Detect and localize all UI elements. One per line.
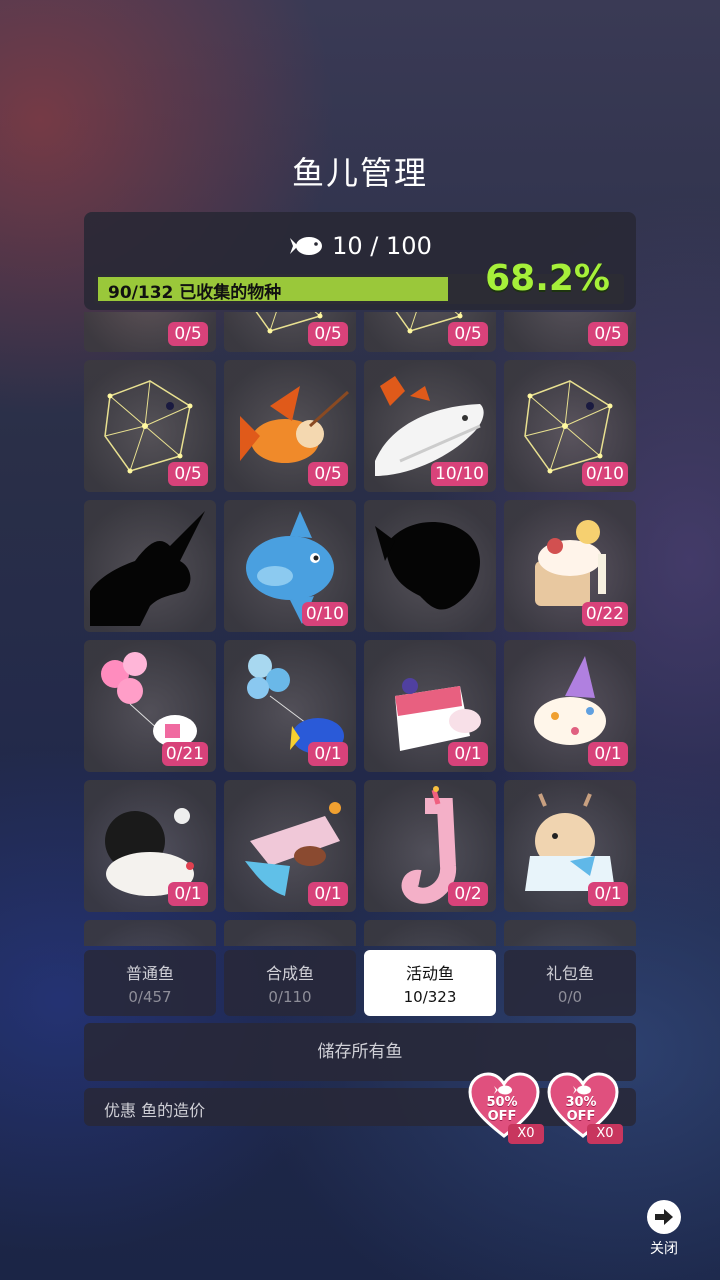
discount-label: 优惠 鱼的造价 xyxy=(104,1101,206,1120)
coupon-off: OFF xyxy=(487,1109,517,1124)
fish-grid: 0/5 0/5 0/5 0/5 0/5 0/5 10/10 0/10 0/10 0/22 0/21 0… xyxy=(84,312,636,946)
fish-illustration xyxy=(90,511,205,626)
fish-count-badge: 0/2 xyxy=(448,882,488,906)
fish-card-dessert-fish[interactable]: 0/22 xyxy=(504,500,636,632)
fish-grid-viewport[interactable]: 0/5 0/5 0/5 0/5 0/5 0/5 10/10 0/10 0/10 0/22 0/21 0… xyxy=(84,312,636,946)
fish-count-badge: 10/10 xyxy=(431,462,488,486)
fish-card-narwhal-silhouette[interactable] xyxy=(84,500,216,632)
fish-card-placeholder[interactable] xyxy=(364,920,496,946)
fish-count-badge: 0/22 xyxy=(581,602,628,626)
fish-count-badge: 0/5 xyxy=(308,462,348,486)
tab-count: 0/457 xyxy=(128,988,172,1006)
fish-count-badge: 0/5 xyxy=(588,322,628,346)
fish-count-badge: 0/1 xyxy=(448,742,488,766)
fish-count-badge: 0/1 xyxy=(308,882,348,906)
arrow-right-icon xyxy=(655,1209,673,1225)
close-button[interactable]: 关闭 xyxy=(640,1200,688,1266)
fish-card-party-fish[interactable]: 0/1 xyxy=(504,640,636,772)
discount-coupon-30[interactable]: 30% OFF X0 xyxy=(547,1072,623,1148)
close-label: 关闭 xyxy=(650,1241,678,1257)
fish-card-cow-jellyfish[interactable]: 0/1 xyxy=(504,780,636,912)
fish-count-row: 10 / 100 xyxy=(84,232,636,260)
fish-card-cake-fish[interactable]: 0/1 xyxy=(364,640,496,772)
fish-count: 10 / 100 xyxy=(332,232,432,260)
fish-card-sunfish[interactable]: 0/10 xyxy=(224,500,356,632)
tab-gift-fish[interactable]: 礼包鱼 0/0 xyxy=(504,950,636,1016)
fish-card-white-whale[interactable]: 10/10 xyxy=(364,360,496,492)
fish-card-squid-cake[interactable]: 0/1 xyxy=(224,780,356,912)
fish-card-balloon-clownfish[interactable]: 0/21 xyxy=(84,640,216,772)
fish-count-badge: 0/5 xyxy=(308,322,348,346)
fish-card-constellation-a[interactable]: 0/5 xyxy=(224,312,356,352)
fish-card-maple-fish-2[interactable]: 0/5 xyxy=(504,312,636,352)
fish-count-badge: 0/5 xyxy=(168,322,208,346)
fish-card-fish-silhouette[interactable] xyxy=(364,500,496,632)
collection-summary-panel: 10 / 100 90/132 已收集的物种 68.2% xyxy=(84,212,636,310)
category-tabs: 普通鱼 0/457 合成鱼 0/110 活动鱼 10/323 礼包鱼 0/0 xyxy=(84,950,636,1018)
fish-card-candle-seahorse[interactable]: 0/2 xyxy=(364,780,496,912)
discount-coupon-50[interactable]: 50% OFF X0 xyxy=(468,1072,544,1148)
tab-label: 活动鱼 xyxy=(405,964,454,983)
tab-event-fish[interactable]: 活动鱼 10/323 xyxy=(364,950,496,1016)
fish-count-badge: 0/1 xyxy=(308,742,348,766)
tab-label: 普通鱼 xyxy=(125,964,174,983)
fish-count-badge: 0/21 xyxy=(161,742,208,766)
tab-label: 礼包鱼 xyxy=(545,964,594,983)
tab-count: 0/0 xyxy=(557,988,583,1006)
fish-card-poodle-fish[interactable]: 0/1 xyxy=(84,780,216,912)
tab-merged-fish[interactable]: 合成鱼 0/110 xyxy=(224,950,356,1016)
fish-icon xyxy=(290,237,323,255)
fish-card-goldfish-with-stick[interactable]: 0/5 xyxy=(224,360,356,492)
coupon-text: 50% OFF xyxy=(468,1096,536,1124)
species-progress-label: 90/132 已收集的物种 xyxy=(108,283,282,303)
tab-label: 合成鱼 xyxy=(265,964,314,983)
fish-card-placeholder[interactable] xyxy=(224,920,356,946)
tab-normal-fish[interactable]: 普通鱼 0/457 xyxy=(84,950,216,1016)
fish-card-constellation-b[interactable]: 0/5 xyxy=(364,312,496,352)
coupon-count: X0 xyxy=(587,1124,623,1144)
fish-count-badge: 0/1 xyxy=(168,882,208,906)
fish-count-badge: 0/1 xyxy=(588,742,628,766)
coupon-percent: 30% xyxy=(565,1095,597,1110)
coupon-count: X0 xyxy=(508,1124,544,1144)
fish-card-constellation-fish[interactable]: 0/5 xyxy=(84,360,216,492)
tab-count: 0/110 xyxy=(268,988,312,1006)
fish-card-constellation-whale[interactable]: 0/10 xyxy=(504,360,636,492)
fish-count-badge: 0/5 xyxy=(168,462,208,486)
fish-card-maple-fish[interactable]: 0/5 xyxy=(84,312,216,352)
coupon-off: OFF xyxy=(566,1109,596,1124)
page-title: 鱼儿管理 xyxy=(291,154,428,192)
coupon-text: 30% OFF xyxy=(547,1096,615,1124)
fish-count-badge: 0/10 xyxy=(581,462,628,486)
fish-illustration xyxy=(375,522,481,610)
fish-card-placeholder[interactable] xyxy=(84,920,216,946)
fish-count-badge: 0/10 xyxy=(301,602,348,626)
collection-percent: 68.2% xyxy=(485,258,610,299)
close-circle xyxy=(647,1200,681,1234)
fish-card-placeholder[interactable] xyxy=(504,920,636,946)
tab-count: 10/323 xyxy=(403,988,457,1006)
fish-card-balloon-bluetang[interactable]: 0/1 xyxy=(224,640,356,772)
fish-count-badge: 0/1 xyxy=(588,882,628,906)
fish-count-badge: 0/5 xyxy=(448,322,488,346)
coupon-percent: 50% xyxy=(486,1095,518,1110)
